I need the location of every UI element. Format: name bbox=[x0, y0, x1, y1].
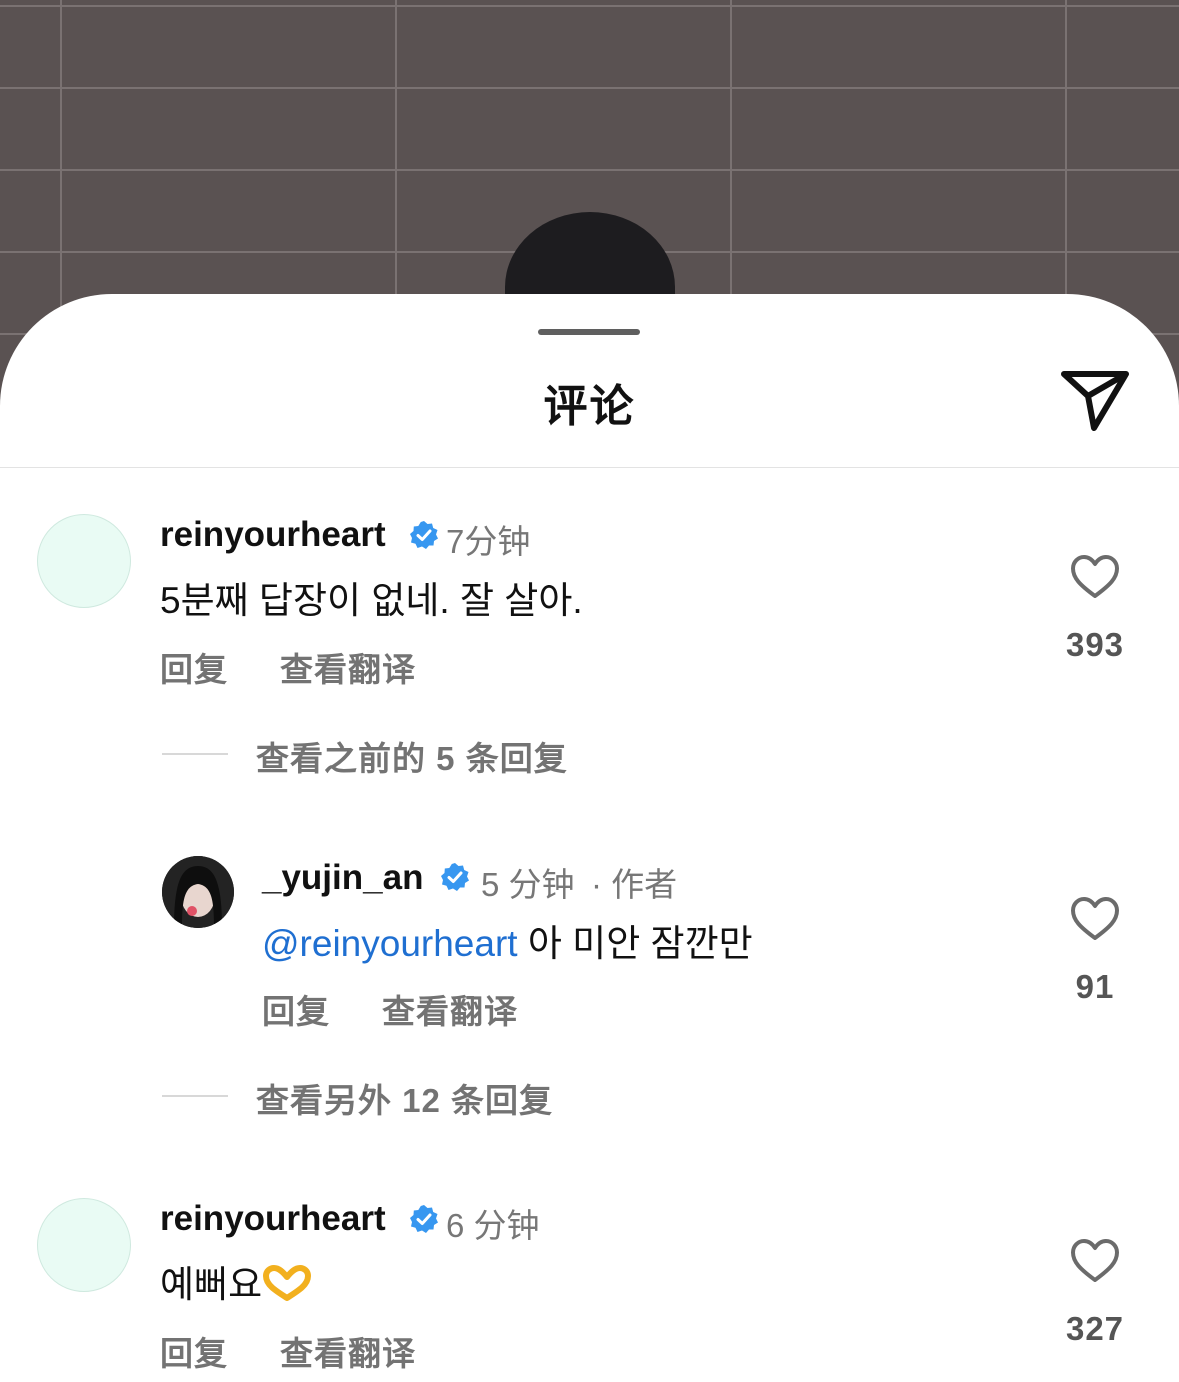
avatar[interactable] bbox=[37, 514, 131, 608]
view-more-replies-button[interactable]: 查看另外 12 条回复 bbox=[256, 1074, 553, 1122]
send-icon[interactable] bbox=[1058, 366, 1132, 432]
heart-icon[interactable] bbox=[1070, 554, 1120, 600]
sheet-title: 评论 bbox=[543, 382, 636, 431]
verified-badge-icon bbox=[441, 863, 469, 891]
view-previous-replies-button[interactable]: 查看之前的 5 条回复 bbox=[256, 732, 568, 780]
comment-text-body: 아 미안 잠깐만 bbox=[527, 923, 753, 964]
verified-badge-icon bbox=[410, 1205, 438, 1233]
comment-text: 5분째 답장이 없네. 잘 살아. bbox=[160, 580, 583, 621]
like-count: 91 bbox=[1075, 968, 1115, 1005]
header-divider bbox=[0, 467, 1179, 468]
see-translation-button[interactable]: 查看翻译 bbox=[280, 643, 416, 691]
heart-icon[interactable] bbox=[1070, 1238, 1120, 1284]
comment-text-body: 예뻐요 bbox=[160, 1264, 263, 1305]
comment-username[interactable]: reinyourheart bbox=[160, 515, 386, 555]
comment-time: 6 分钟 bbox=[446, 1207, 540, 1244]
verified-badge-icon bbox=[410, 521, 438, 549]
see-translation-button[interactable]: 查看翻译 bbox=[280, 1327, 416, 1375]
avatar-photo bbox=[162, 856, 234, 928]
replies-divider-line bbox=[162, 1095, 228, 1097]
comment-time: 5 分钟 bbox=[481, 866, 575, 903]
reply-button[interactable]: 回复 bbox=[160, 1327, 228, 1375]
comment-username[interactable]: _yujin_an bbox=[262, 858, 423, 898]
see-translation-button[interactable]: 查看翻译 bbox=[382, 985, 518, 1033]
heart-icon[interactable] bbox=[1070, 896, 1120, 942]
mention-link[interactable]: @reinyourheart bbox=[262, 923, 518, 964]
avatar[interactable] bbox=[37, 1198, 131, 1292]
like-count: 393 bbox=[1065, 626, 1125, 663]
replies-divider-line bbox=[162, 753, 228, 755]
author-tag: · 作者 bbox=[591, 866, 678, 903]
comments-sheet: 评论 reinyourheart 7分钟 5분째 답장이 없네. 잘 살아. 回… bbox=[0, 294, 1179, 1382]
comment-username[interactable]: reinyourheart bbox=[160, 1199, 386, 1239]
reply-button[interactable]: 回复 bbox=[262, 985, 330, 1033]
like-count: 327 bbox=[1065, 1310, 1125, 1347]
comment-text: 예뻐요 bbox=[160, 1254, 312, 1308]
reply-button[interactable]: 回复 bbox=[160, 643, 228, 691]
comment-text: @reinyourheart 아 미안 잠깐만 bbox=[262, 913, 753, 967]
comment-time: 7分钟 bbox=[446, 523, 531, 560]
heart-hands-emoji-icon bbox=[263, 1265, 312, 1301]
avatar[interactable] bbox=[162, 856, 234, 928]
drag-handle[interactable] bbox=[538, 329, 640, 335]
